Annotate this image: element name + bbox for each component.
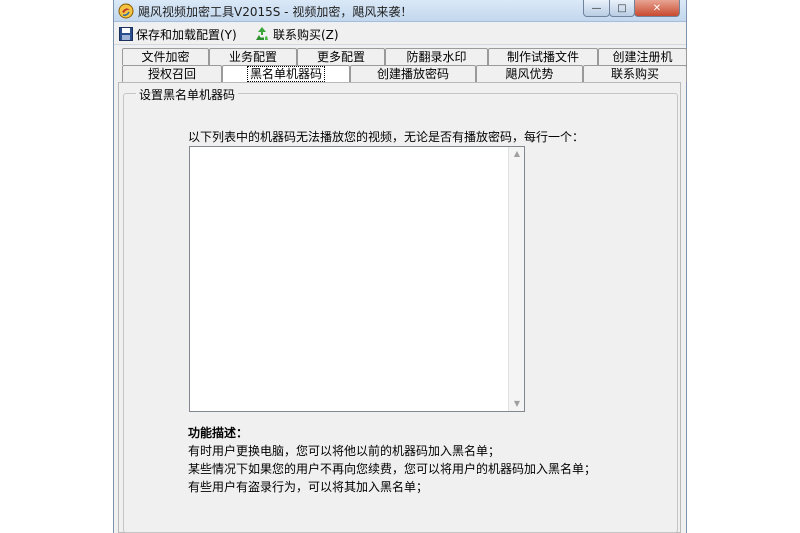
tab-anti-record-watermark[interactable]: 防翻录水印 [385, 48, 488, 65]
minimize-button[interactable]: — [583, 0, 610, 17]
scroll-down-arrow-icon[interactable]: ▼ [509, 397, 525, 411]
groupbox-title: 设置黑名单机器码 [136, 86, 239, 103]
blacklist-machine-code-textarea[interactable]: ▲ ▼ [189, 146, 525, 412]
client-area: 文件加密 业务配置 更多配置 防翻录水印 制作试播文件 创建注册机 授权召回 黑… [114, 46, 687, 533]
save-load-config-label: 保存和加载配置(Y) [136, 27, 237, 42]
tab-hurricane-advantages[interactable]: 飓风优势 [476, 65, 583, 82]
blacklist-groupbox: 设置黑名单机器码 以下列表中的机器码无法播放您的视频，无论是否有播放密码，每行一… [123, 86, 678, 533]
recycle-icon [256, 27, 268, 40]
tab-file-encrypt[interactable]: 文件加密 [122, 48, 209, 65]
tab-create-play-password[interactable]: 创建播放密码 [350, 65, 476, 82]
description-line: 有时用户更换电脑，您可以将他以前的机器码加入黑名单； [188, 444, 501, 458]
toolbar: 保存和加载配置(Y) 联系购买(Z) [114, 23, 686, 45]
tab-auth-recall[interactable]: 授权召回 [122, 65, 222, 82]
tab-blacklist-machine-code[interactable]: 黑名单机器码 [222, 65, 350, 82]
close-button[interactable]: ✕ [634, 0, 680, 17]
app-window: 飓风视频加密工具V2015S - 视频加密，飓风来袭！ — □ ✕ 保存和加载配… [113, 0, 687, 533]
description-line: 有些用户有盗录行为，可以将其加入黑名单； [188, 480, 429, 494]
contact-buy-label: 联系购买(Z) [273, 27, 339, 42]
tab-make-trial-file[interactable]: 制作试播文件 [488, 48, 598, 65]
window-title: 飓风视频加密工具V2015S - 视频加密，飓风来袭！ [138, 5, 413, 19]
maximize-button[interactable]: □ [609, 0, 635, 17]
description-line: 某些情况下如果您的用户不再向您续费，您可以将用户的机器码加入黑名单； [188, 462, 597, 476]
tab-panel: 设置黑名单机器码 以下列表中的机器码无法播放您的视频，无论是否有播放密码，每行一… [118, 82, 681, 533]
blacklist-text-area[interactable] [190, 147, 508, 411]
instruction-text: 以下列表中的机器码无法播放您的视频，无论是否有播放密码，每行一个： [188, 130, 585, 144]
floppy-disk-icon [119, 27, 133, 41]
save-load-config-button[interactable]: 保存和加载配置(Y) [119, 25, 237, 43]
tab-create-keygen[interactable]: 创建注册机 [598, 48, 687, 65]
scroll-up-arrow-icon[interactable]: ▲ [509, 147, 525, 161]
description-title: 功能描述： [188, 426, 249, 440]
tab-business-config[interactable]: 业务配置 [209, 48, 297, 65]
hurricane-logo-icon [118, 3, 134, 19]
contact-buy-button[interactable]: 联系购买(Z) [254, 25, 339, 43]
tab-more-config[interactable]: 更多配置 [297, 48, 385, 65]
title-bar[interactable]: 飓风视频加密工具V2015S - 视频加密，飓风来袭！ — □ ✕ [114, 0, 686, 22]
tab-contact-buy[interactable]: 联系购买 [583, 65, 687, 82]
vertical-scrollbar[interactable]: ▲ ▼ [508, 147, 524, 411]
